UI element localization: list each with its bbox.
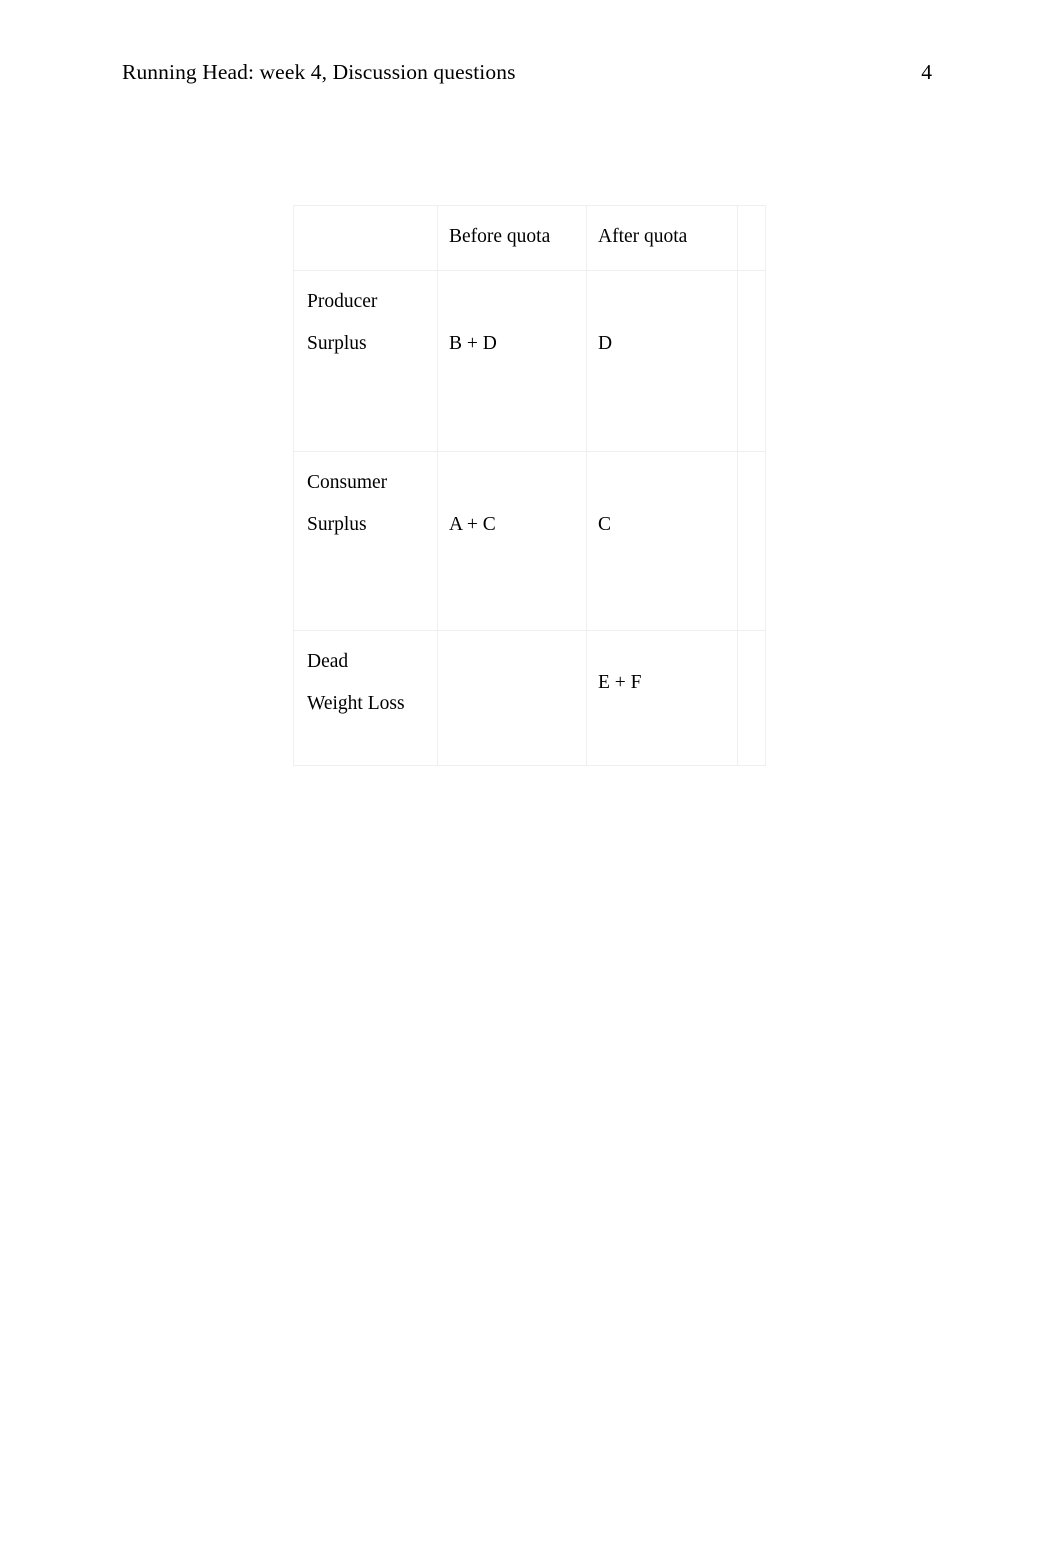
cell-consumer-after-quota: C	[586, 451, 738, 631]
column-header-before-quota: Before quota	[449, 226, 551, 247]
cell-producer-before-quota: B + D	[437, 270, 587, 452]
running-head-text: Running Head: week 4, Discussion questio…	[122, 60, 516, 84]
row-label-line-1: Dead	[307, 651, 349, 672]
cell-consumer-before-quota: A + C	[437, 451, 587, 631]
cell-dwl-after-quota: E + F	[586, 630, 738, 766]
table-header-row: Before quota After quota	[293, 205, 766, 271]
cell-dwl-extra	[737, 630, 766, 766]
table-header-cell-after-quota: After quota	[586, 205, 738, 271]
row-label-dead-weight-loss: Dead Weight Loss	[293, 630, 438, 766]
running-header: Running Head: week 4, Discussion questio…	[122, 58, 940, 90]
row-label-line-2: Weight Loss	[307, 693, 405, 714]
table-row: Consumer Surplus A + C C	[293, 451, 766, 631]
column-header-after-quota: After quota	[598, 226, 688, 247]
cell-value	[751, 462, 765, 463]
table-header-cell-before-quota: Before quota	[437, 205, 587, 271]
table-header-cell-blank	[293, 205, 438, 271]
cell-value	[751, 641, 765, 642]
row-label-producer-surplus: Producer Surplus	[293, 270, 438, 452]
cell-value: B + D	[449, 333, 497, 354]
row-label-consumer-surplus: Consumer Surplus	[293, 451, 438, 631]
table-header-cell-extra	[737, 205, 766, 271]
cell-consumer-extra	[737, 451, 766, 631]
cell-value: D	[598, 333, 613, 354]
cell-value	[751, 281, 765, 282]
row-label-line-2: Surplus	[307, 333, 367, 354]
document-page: Running Head: week 4, Discussion questio…	[0, 0, 1062, 1561]
row-label-line-2: Surplus	[307, 514, 367, 535]
cell-value: C	[598, 514, 612, 535]
cell-value	[449, 641, 586, 642]
row-label-line-1: Consumer	[307, 472, 388, 493]
table-row: Dead Weight Loss E + F	[293, 630, 766, 766]
cell-producer-after-quota: D	[586, 270, 738, 452]
row-label-line-1: Producer	[307, 291, 378, 312]
table-row: Producer Surplus B + D D	[293, 270, 766, 452]
table: Before quota After quota Producer Surplu…	[293, 205, 766, 766]
cell-producer-extra	[737, 270, 766, 452]
cell-value: A + C	[449, 514, 496, 535]
quota-comparison-table: Before quota After quota Producer Surplu…	[293, 205, 766, 766]
page-number: 4	[921, 60, 932, 84]
cell-dwl-before-quota	[437, 630, 587, 766]
cell-value: E + F	[598, 672, 642, 693]
